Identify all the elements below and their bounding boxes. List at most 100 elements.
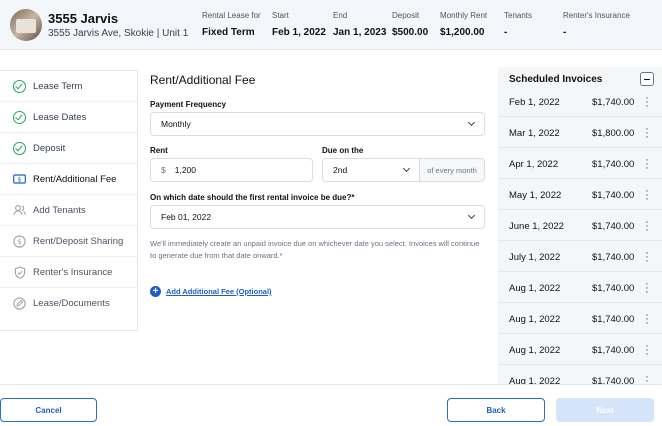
payment-frequency-label: Payment Frequency xyxy=(150,100,227,109)
summary-label: Tenants xyxy=(504,11,533,20)
sidebar-item-label: Rent/Deposit Sharing xyxy=(33,235,124,247)
more-options-icon[interactable]: ··· xyxy=(644,124,650,143)
summary-monthly-rent: Monthly Rent $1,200.00 xyxy=(440,11,487,38)
invoice-amount: $1,740.00 xyxy=(592,159,635,170)
invoice-amount: $1,800.00 xyxy=(592,128,635,139)
property-address: 3555 Jarvis Ave, Skokie | Unit 1 xyxy=(48,28,189,39)
page-title: Rent/Additional Fee xyxy=(150,73,256,87)
collapse-panel-button[interactable] xyxy=(640,72,654,86)
first-invoice-date-value: Feb 01, 2022 xyxy=(161,212,212,222)
invoice-date: Apr 1, 2022 xyxy=(509,159,559,170)
invoice-amount: $1,740.00 xyxy=(592,97,635,108)
invoice-date: June 1, 2022 xyxy=(509,221,564,232)
summary-renters-insurance: Renter's Insurance - xyxy=(563,11,630,38)
more-options-icon[interactable]: ··· xyxy=(644,248,650,267)
rent-value: 1,200 xyxy=(174,165,197,175)
due-on-label: Due on the xyxy=(322,146,364,155)
sidebar-item-label: Renter's Insurance xyxy=(33,266,113,278)
invoice-row: Aug 1, 2022 $1,740.00 ··· xyxy=(498,365,662,385)
sidebar-item-add-tenants[interactable]: Add Tenants xyxy=(0,195,137,226)
payment-frequency-value: Monthly xyxy=(161,119,191,129)
summary-label: End xyxy=(333,11,348,20)
due-day-select[interactable]: 2nd xyxy=(322,158,420,182)
more-options-icon[interactable]: ··· xyxy=(644,186,650,205)
invoice-amount: $1,740.00 xyxy=(592,283,635,294)
more-options-icon[interactable]: ··· xyxy=(644,310,650,329)
sidebar-item-lease-documents[interactable]: Lease/Documents xyxy=(0,288,137,319)
document-icon xyxy=(13,297,26,310)
more-options-icon[interactable]: ··· xyxy=(644,279,650,298)
invoice-row: Feb 1, 2022 $1,740.00 · · · xyxy=(498,86,662,117)
due-day-value: 2nd xyxy=(333,165,348,175)
invoice-amount: $1,740.00 xyxy=(592,314,635,325)
rent-input[interactable]: $ 1,200 xyxy=(150,158,313,182)
next-button[interactable]: Next xyxy=(556,398,654,422)
summary-tenants: Tenants - xyxy=(504,11,532,38)
summary-value: $1,200.00 xyxy=(440,27,485,38)
rent-icon: $ xyxy=(13,173,26,186)
chevron-down-icon xyxy=(467,211,476,220)
summary-value: - xyxy=(563,27,567,38)
invoice-row: Aug 1, 2022 $1,740.00 ··· xyxy=(498,272,662,303)
lease-steps-sidebar: Lease Term Lease Dates Deposit $ Rent/Ad… xyxy=(0,70,138,331)
summary-deposit: Deposit $500.00 xyxy=(392,11,428,38)
summary-value: Feb 1, 2022 xyxy=(272,27,326,38)
first-invoice-date-select[interactable]: Feb 01, 2022 xyxy=(150,205,485,229)
scheduled-invoices-panel: Scheduled Invoices Feb 1, 2022 $1,740.00… xyxy=(498,67,662,384)
summary-end: End Jan 1, 2023 xyxy=(333,11,386,38)
invoice-row: Aug 1, 2022 $1,740.00 ··· xyxy=(498,334,662,365)
chevron-down-icon xyxy=(467,118,476,127)
more-options-icon[interactable]: ··· xyxy=(644,93,650,112)
add-additional-fee-link[interactable]: + Add Additional Fee (Optional) xyxy=(150,286,272,297)
more-options-icon[interactable]: ··· xyxy=(644,217,650,236)
sidebar-item-label: Lease Term xyxy=(33,80,83,92)
scheduled-invoices-title: Scheduled Invoices xyxy=(509,74,603,85)
sidebar-item-renters-insurance[interactable]: Renter's Insurance xyxy=(0,257,137,288)
invoice-row: Aug 1, 2022 $1,740.00 ··· xyxy=(498,303,662,334)
summary-value: Jan 1, 2023 xyxy=(333,27,387,38)
currency-prefix: $ xyxy=(161,165,166,175)
svg-text:$: $ xyxy=(18,177,22,184)
svg-text:$: $ xyxy=(17,238,21,246)
more-options-icon[interactable]: ··· xyxy=(644,341,650,360)
sidebar-item-rent-additional-fee[interactable]: $ Rent/Additional Fee xyxy=(0,164,137,195)
summary-value: - xyxy=(504,27,508,38)
cancel-button[interactable]: Cancel xyxy=(0,398,97,422)
back-button[interactable]: Back xyxy=(447,398,545,422)
check-circle-icon xyxy=(13,141,26,155)
first-invoice-label: On which date should the first rental in… xyxy=(150,193,355,202)
sidebar-item-label: Deposit xyxy=(33,142,66,154)
property-avatar xyxy=(10,9,42,41)
invoice-amount: $1,740.00 xyxy=(592,252,635,263)
sidebar-item-rent-deposit-sharing[interactable]: $ Rent/Deposit Sharing xyxy=(0,226,137,257)
sidebar-item-deposit[interactable]: Deposit xyxy=(0,133,137,164)
footer-bar: Cancel Back Next xyxy=(0,384,662,426)
more-options-icon[interactable]: ··· xyxy=(644,155,650,174)
rent-label: Rent xyxy=(150,146,168,155)
invoice-date: Aug 1, 2022 xyxy=(509,283,561,294)
more-options-icon[interactable]: ··· xyxy=(644,372,650,385)
invoice-date: Mar 1, 2022 xyxy=(509,128,560,139)
invoice-hint-text: We'll immediately create an unpaid invoi… xyxy=(150,239,480,260)
summary-start: Start Feb 1, 2022 xyxy=(272,11,326,38)
invoice-date: Aug 1, 2022 xyxy=(509,314,561,325)
payment-frequency-select[interactable]: Monthly xyxy=(150,112,485,136)
sidebar-item-label: Lease/Documents xyxy=(33,298,110,309)
summary-label: Start xyxy=(272,11,289,20)
due-suffix: of every month xyxy=(419,158,485,182)
sidebar-item-lease-dates[interactable]: Lease Dates xyxy=(0,102,137,133)
sidebar-item-lease-term[interactable]: Lease Term xyxy=(0,71,137,102)
sidebar-item-label: Add Tenants xyxy=(33,204,86,216)
summary-rental-lease-for: Rental Lease for Fixed Term xyxy=(202,11,261,38)
property-name: 3555 Jarvis xyxy=(48,11,119,26)
invoice-date: Feb 1, 2022 xyxy=(509,97,560,108)
dollar-icon: $ xyxy=(13,234,26,248)
summary-value: Fixed Term xyxy=(202,27,255,38)
check-circle-icon xyxy=(13,110,26,124)
invoice-date: Aug 1, 2022 xyxy=(509,345,561,356)
invoice-date: July 1, 2022 xyxy=(509,252,561,263)
invoice-date: Aug 1, 2022 xyxy=(509,376,561,384)
plus-circle-icon: + xyxy=(150,286,161,297)
shield-icon xyxy=(13,265,26,279)
invoice-row: July 1, 2022 $1,740.00 · · · xyxy=(498,241,662,272)
